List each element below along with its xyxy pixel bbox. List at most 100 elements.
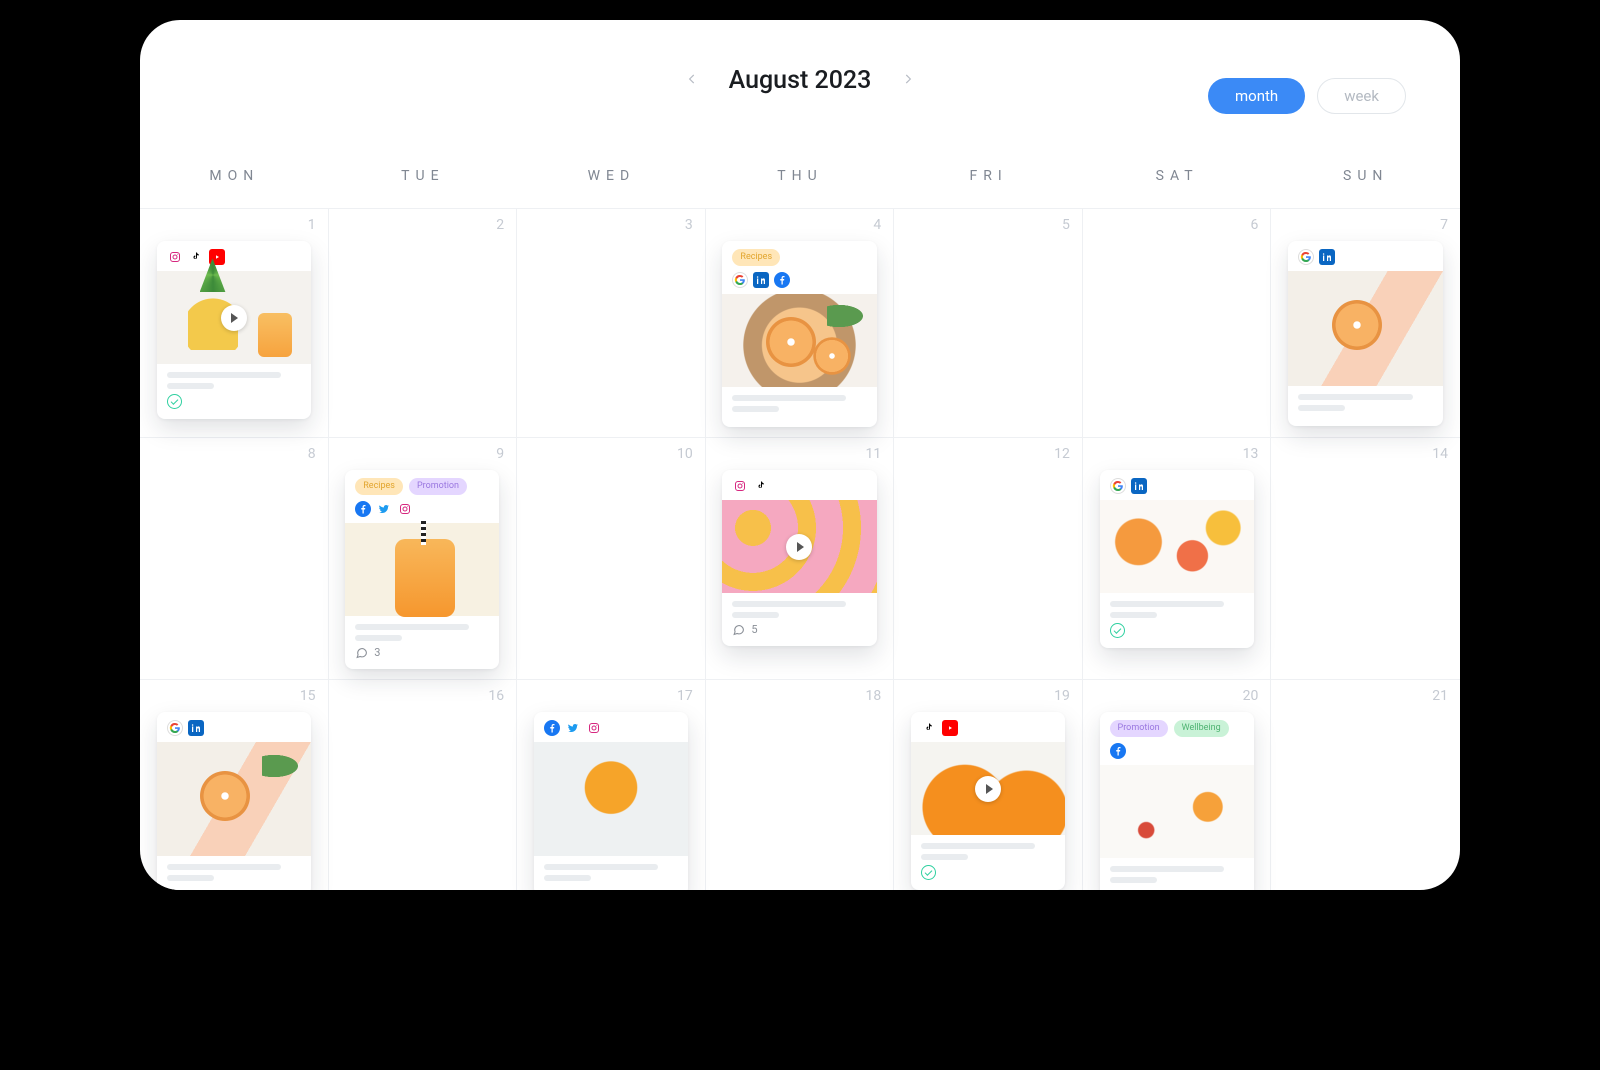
calendar-day[interactable]: 20 Promotion Wellbeing — [1083, 680, 1272, 890]
post-networks — [732, 272, 866, 288]
calendar-day[interactable]: 21 — [1271, 680, 1460, 890]
dow-wed: WED — [517, 140, 706, 208]
day-number: 6 — [1251, 217, 1259, 233]
day-number: 19 — [1054, 688, 1070, 704]
post-thumbnail — [722, 294, 876, 387]
post-thumbnail — [157, 742, 311, 856]
view-month-button[interactable]: month — [1208, 78, 1305, 114]
post-caption-placeholder: 5 — [722, 593, 876, 646]
calendar-day[interactable]: 1 — [140, 209, 329, 437]
day-number: 3 — [685, 217, 693, 233]
dow-sun: SUN — [1271, 140, 1460, 208]
post-networks — [1298, 249, 1433, 265]
dow-row: MON TUE WED THU FRI SAT SUN — [140, 140, 1460, 209]
day-number: 10 — [677, 446, 693, 462]
post-card[interactable]: Promotion Wellbeing — [1100, 712, 1254, 890]
twitter-icon — [565, 720, 581, 736]
day-number: 18 — [866, 688, 882, 704]
post-caption-placeholder — [911, 835, 1065, 890]
calendar-day[interactable]: 10 — [517, 438, 706, 679]
comment-count: 5 — [751, 623, 757, 636]
calendar-day[interactable]: 9 RecipesPromotion 3 — [329, 438, 518, 679]
next-month-button[interactable] — [897, 69, 919, 91]
dow-fri: FRI — [894, 140, 1083, 208]
post-card[interactable] — [157, 241, 311, 419]
linkedin-icon — [753, 272, 769, 288]
calendar-day[interactable]: 14 — [1271, 438, 1460, 679]
day-number: 9 — [496, 446, 504, 462]
post-caption-placeholder — [1100, 593, 1254, 648]
calendar-day[interactable]: 15 — [140, 680, 329, 890]
month-navigator: August 2023 — [681, 66, 920, 95]
day-number: 5 — [1062, 217, 1070, 233]
calendar-day[interactable]: 19 — [894, 680, 1083, 890]
comment-count: 3 — [374, 646, 380, 659]
facebook-icon — [544, 720, 560, 736]
tag-recipes: Recipes — [355, 478, 403, 495]
calendar-header: August 2023 month week — [140, 20, 1460, 140]
day-number: 20 — [1243, 688, 1259, 704]
post-tags: Promotion Wellbeing — [1110, 720, 1244, 737]
facebook-icon — [355, 501, 371, 517]
calendar-day[interactable]: 2 — [329, 209, 518, 437]
tag-wellbeing: Wellbeing — [1174, 720, 1229, 737]
facebook-icon — [1110, 743, 1126, 759]
calendar-day[interactable]: 13 — [1083, 438, 1272, 679]
post-card[interactable] — [1100, 470, 1254, 648]
post-thumbnail — [1288, 271, 1443, 386]
play-icon — [221, 305, 247, 331]
post-card[interactable] — [911, 712, 1065, 890]
calendar-week: 151617 18 19 20 Promotion Wellbeing 21 — [140, 680, 1460, 890]
twitter-icon — [376, 501, 392, 517]
view-week-button[interactable]: week — [1317, 78, 1406, 114]
facebook-icon — [774, 272, 790, 288]
instagram-icon — [732, 478, 748, 494]
post-thumbnail — [722, 500, 876, 593]
post-thumbnail — [534, 742, 688, 856]
google-icon — [167, 720, 183, 736]
post-card[interactable] — [157, 712, 311, 890]
calendar-day[interactable]: 12 — [894, 438, 1083, 679]
post-card[interactable]: RecipesPromotion 3 — [345, 470, 499, 669]
tag-promotion: Promotion — [1110, 720, 1168, 737]
calendar-day[interactable]: 7 — [1271, 209, 1460, 437]
post-caption-placeholder — [1100, 858, 1254, 890]
calendar-day[interactable]: 5 — [894, 209, 1083, 437]
tiktok-icon — [188, 249, 204, 265]
day-number: 1 — [308, 217, 316, 233]
calendar-day[interactable]: 3 — [517, 209, 706, 437]
approved-icon — [167, 394, 182, 409]
day-number: 4 — [873, 217, 881, 233]
day-number: 11 — [866, 446, 882, 462]
view-toggle: month week — [1208, 78, 1406, 114]
calendar-day[interactable]: 4 Recipes — [706, 209, 895, 437]
arrow-right-icon — [901, 71, 915, 90]
day-number: 21 — [1432, 688, 1448, 704]
calendar-day[interactable]: 8 — [140, 438, 329, 679]
calendar-day[interactable]: 6 — [1083, 209, 1272, 437]
calendar-day[interactable]: 17 — [517, 680, 706, 890]
post-networks — [355, 501, 489, 517]
approved-icon — [1110, 623, 1125, 638]
post-thumbnail — [345, 523, 499, 616]
google-icon — [1110, 478, 1126, 494]
post-card[interactable]: 5 — [722, 470, 876, 646]
calendar-day[interactable]: 18 — [706, 680, 895, 890]
post-card[interactable] — [1288, 241, 1443, 426]
day-number: 2 — [496, 217, 504, 233]
day-number: 13 — [1243, 446, 1259, 462]
post-networks — [1110, 478, 1244, 494]
calendar-day[interactable]: 16 — [329, 680, 518, 890]
calendar-week: 8 9 RecipesPromotion 3 10 11 5 12 13 14 — [140, 438, 1460, 680]
post-card[interactable]: Recipes — [722, 241, 876, 427]
youtube-icon — [942, 720, 958, 736]
post-tags: RecipesPromotion — [355, 478, 489, 495]
day-number: 7 — [1440, 217, 1448, 233]
linkedin-icon — [1131, 478, 1147, 494]
post-networks — [1110, 743, 1244, 759]
prev-month-button[interactable] — [681, 69, 703, 91]
calendar-day[interactable]: 11 5 — [706, 438, 895, 679]
play-icon — [975, 776, 1001, 802]
google-icon — [1298, 249, 1314, 265]
post-card[interactable] — [534, 712, 688, 890]
